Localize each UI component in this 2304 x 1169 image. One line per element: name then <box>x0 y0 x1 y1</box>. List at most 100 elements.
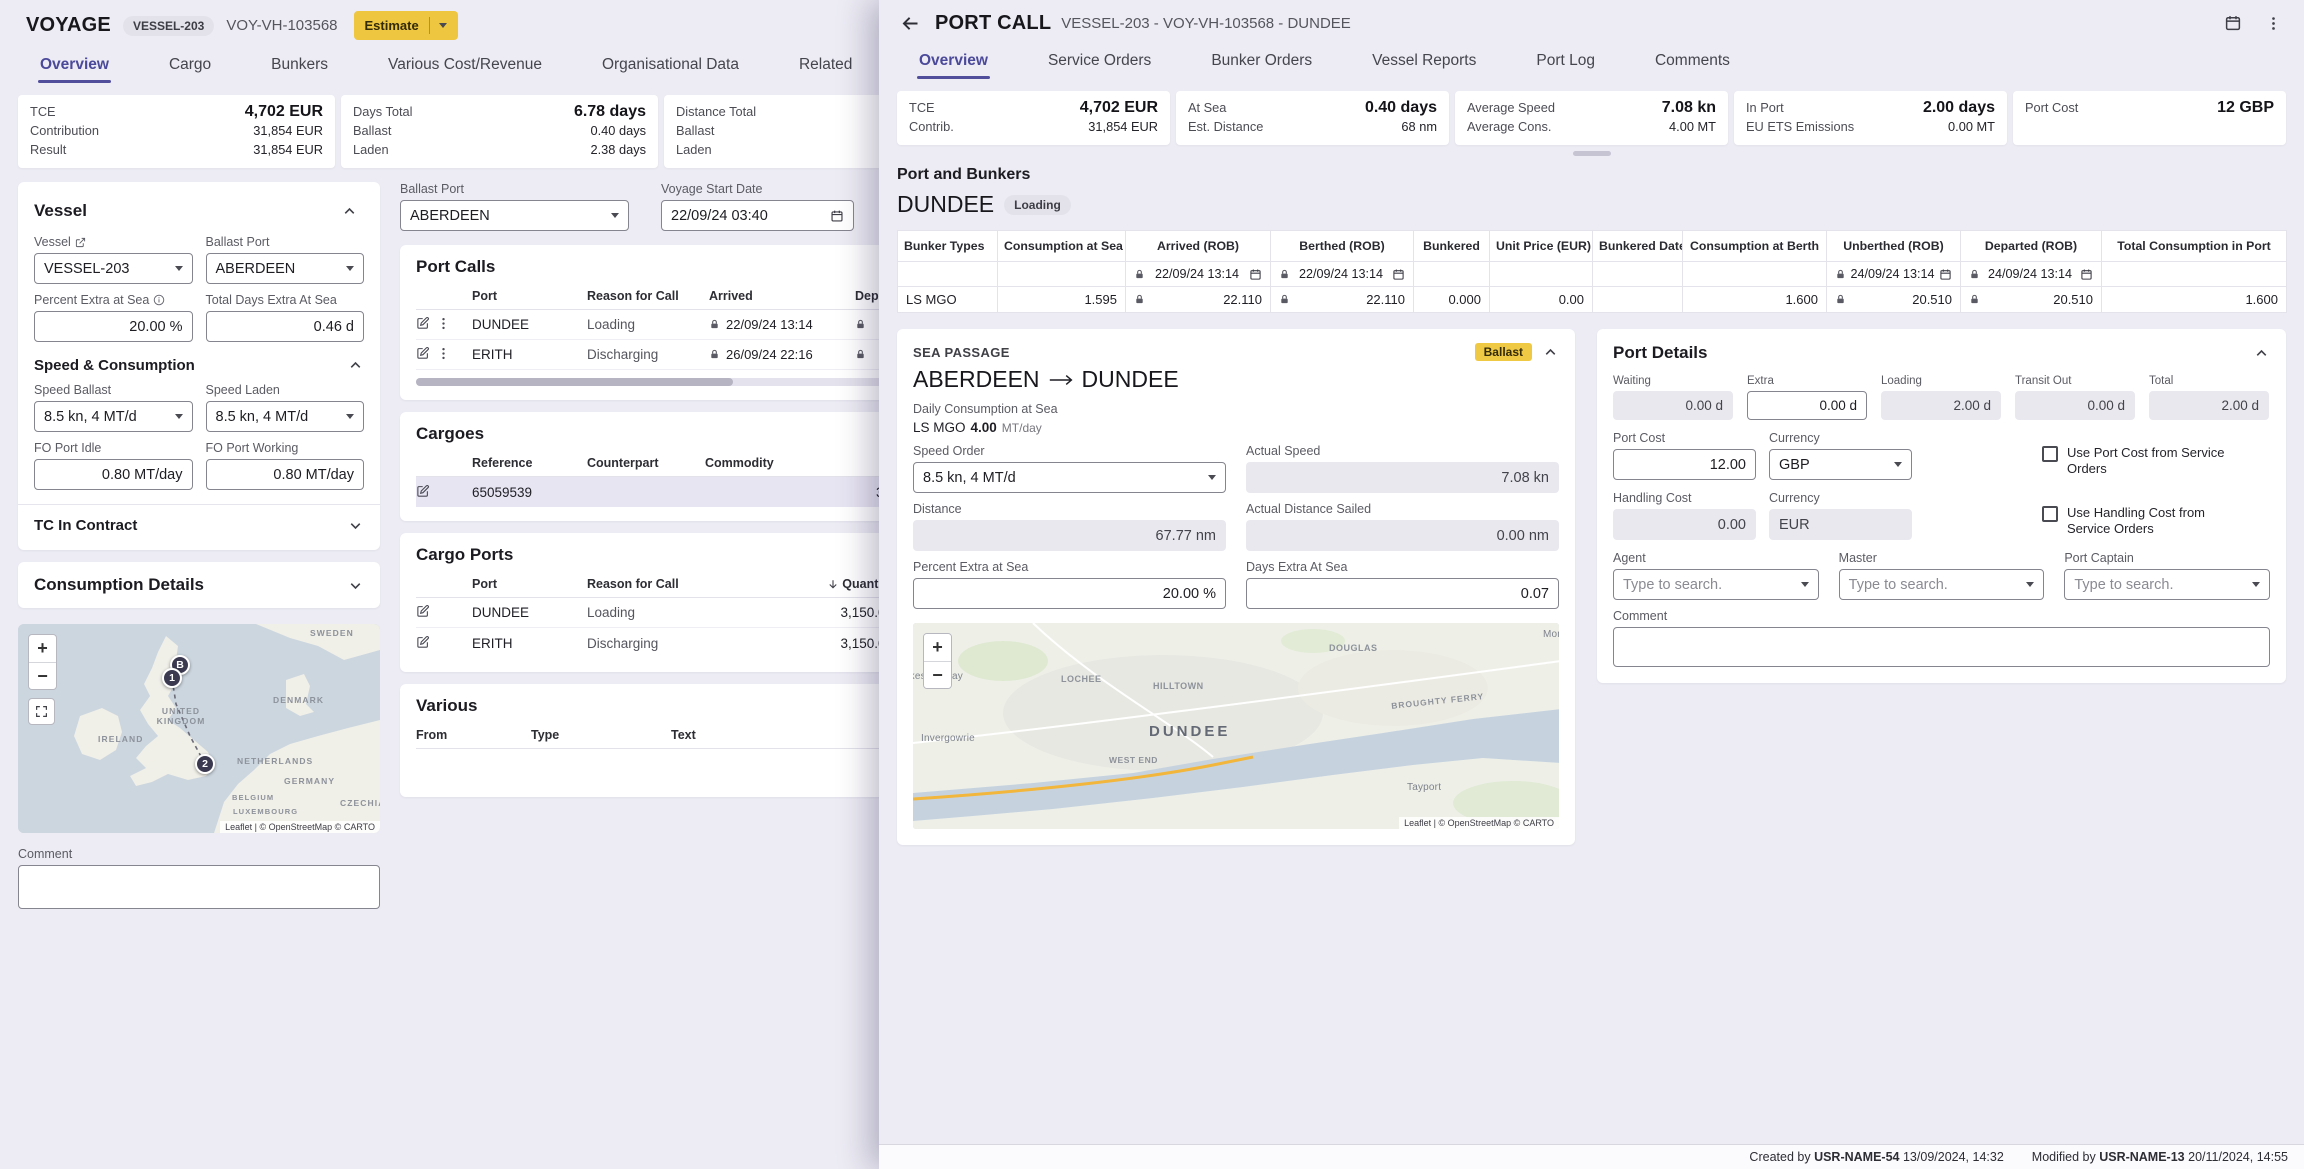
daily-consumption-value: LS MGO 4.00 MT/day <box>913 420 1559 435</box>
port-cell: DUNDEE <box>472 605 587 620</box>
estimate-button[interactable]: Estimate <box>354 11 458 40</box>
tab-port-log[interactable]: Port Log <box>1506 42 1625 79</box>
chevron-up-icon[interactable] <box>1542 344 1559 361</box>
kpi-value: 4,702 EUR <box>245 103 323 121</box>
bunker-value-cell[interactable]: 0.00 <box>1490 287 1593 313</box>
bunker-value-cell[interactable]: 1.600 <box>1683 287 1827 313</box>
sea-passage-map[interactable]: Monifieth DOUGLAS LOCHEE HILLTOWN BROUGH… <box>913 623 1559 829</box>
voyage-start-date-input[interactable]: 22/09/24 03:40 <box>661 200 854 231</box>
agent-combobox[interactable]: Type to search. <box>1613 569 1819 600</box>
calendar-icon[interactable] <box>1939 268 1952 281</box>
map-marker-1[interactable]: 1 <box>162 668 182 688</box>
voyage-map[interactable]: SWEDEN DENMARK UNITED KINGDOM IRELAND NE… <box>18 624 380 833</box>
bunker-value-cell[interactable]: 0.000 <box>1414 287 1490 313</box>
bunker-date-cell[interactable]: 22/09/24 13:14 <box>1126 262 1271 287</box>
speed-order-select[interactable]: 8.5 kn, 4 MT/d <box>913 462 1226 493</box>
bunker-date-cell[interactable]: 24/09/24 13:14 <box>1827 262 1961 287</box>
bunker-header-cell: Bunkered <box>1414 231 1490 262</box>
speed-laden-select[interactable]: 8.5 kn, 4 MT/d <box>206 401 365 432</box>
tab-related[interactable]: Related <box>769 46 882 83</box>
tab-cargo[interactable]: Cargo <box>139 46 241 83</box>
edit-icon[interactable] <box>416 484 430 501</box>
fo-port-working-input[interactable]: 0.80 MT/day <box>206 459 365 490</box>
tab-overview[interactable]: Overview <box>889 42 1018 79</box>
vessel-select[interactable]: VESSEL-203 <box>34 253 193 284</box>
calendar-icon[interactable] <box>830 209 844 223</box>
tab-comments[interactable]: Comments <box>1625 42 1760 79</box>
kpi-resize-handle[interactable] <box>1573 151 1611 156</box>
percent-extra-input[interactable]: 20.00 % <box>34 311 193 342</box>
ballast-port-select[interactable]: ABERDEEN <box>206 253 365 284</box>
days-extra-at-sea-input[interactable]: 0.07 <box>1246 578 1559 609</box>
back-button[interactable] <box>895 8 925 38</box>
port-captain-combobox[interactable]: Type to search. <box>2064 569 2270 600</box>
checkbox-box[interactable] <box>2042 506 2058 522</box>
tab-vessel-reports[interactable]: Vessel Reports <box>1342 42 1506 79</box>
kebab-menu-button[interactable] <box>2258 8 2288 38</box>
chevron-up-icon[interactable] <box>2253 345 2270 362</box>
calendar-icon[interactable] <box>2080 268 2093 281</box>
edit-icon[interactable] <box>416 635 430 652</box>
bunker-date-cell[interactable]: 22/09/24 13:14 <box>1271 262 1414 287</box>
consumption-details-card[interactable]: Consumption Details <box>18 562 380 608</box>
info-icon[interactable] <box>153 294 165 306</box>
days-extra-input[interactable]: 0.46 d <box>206 311 365 342</box>
bunker-value-cell[interactable]: 1.595 <box>998 287 1126 313</box>
tab-bunker-orders[interactable]: Bunker Orders <box>1181 42 1342 79</box>
kebab-menu-icon[interactable] <box>436 346 451 364</box>
speed-laden-label: Speed Laden <box>206 383 365 397</box>
map-marker-2[interactable]: 2 <box>195 754 215 774</box>
bunker-value-cell[interactable]: 20.510 <box>1961 287 2102 313</box>
external-link-icon[interactable] <box>75 237 86 248</box>
fullscreen-button[interactable] <box>28 698 55 725</box>
bunker-value-cell[interactable]: 22.110 <box>1126 287 1271 313</box>
calendar-icon[interactable] <box>1249 268 1262 281</box>
tab-bunkers[interactable]: Bunkers <box>241 46 358 83</box>
kebab-menu-icon[interactable] <box>436 316 451 334</box>
audit-footer: Created by USR-NAME-54 13/09/2024, 14:32… <box>879 1144 2304 1169</box>
arrived-cell[interactable]: 26/09/24 22:16 <box>709 347 855 362</box>
bunker-value-cell[interactable]: 1.600 <box>2102 287 2287 313</box>
tab-overview[interactable]: Overview <box>10 46 139 83</box>
comment-field[interactable] <box>18 865 380 909</box>
edit-icon[interactable] <box>416 604 430 621</box>
bunker-value-cell[interactable]: 20.510 <box>1827 287 1961 313</box>
collapse-vessel-button[interactable] <box>334 196 364 226</box>
kpi-card-tce: TCE4,702 EUR Contrib.31,854 EUR <box>897 91 1170 145</box>
tc-in-contract-section[interactable]: TC In Contract <box>34 517 364 534</box>
master-combobox[interactable]: Type to search. <box>1839 569 2045 600</box>
scrollbar-thumb[interactable] <box>416 378 733 386</box>
fo-port-idle-input[interactable]: 0.80 MT/day <box>34 459 193 490</box>
speed-consumption-section[interactable]: Speed & Consumption <box>34 357 364 374</box>
edit-icon[interactable] <box>416 346 430 363</box>
column-header-sortable[interactable]: Quantity <box>759 577 899 591</box>
column-header: From <box>416 728 531 742</box>
use-handling-cost-checkbox[interactable]: Use Handling Cost from Service Orders <box>2042 505 2270 540</box>
speed-ballast-select[interactable]: 8.5 kn, 4 MT/d <box>34 401 193 432</box>
calendar-icon[interactable] <box>1392 268 1405 281</box>
use-port-cost-checkbox[interactable]: Use Port Cost from Service Orders <box>2042 445 2270 480</box>
port-details-card: Port Details Waiting 0.00 d Extra 0.00 d… <box>1597 329 2286 683</box>
bunker-value-cell[interactable] <box>1593 287 1683 313</box>
checkbox-box[interactable] <box>2042 446 2058 462</box>
bunker-date-cell[interactable]: 24/09/24 13:14 <box>1961 262 2102 287</box>
currency-select[interactable]: GBP <box>1769 449 1912 480</box>
zoom-out-button[interactable]: − <box>924 661 951 688</box>
handling-cost-label: Handling Cost <box>1613 491 1756 505</box>
tab-organisational-data[interactable]: Organisational Data <box>572 46 769 83</box>
kpi-label: Average Speed <box>1467 99 1555 117</box>
tab-various-cost-revenue[interactable]: Various Cost/Revenue <box>358 46 572 83</box>
arrived-cell[interactable]: 22/09/24 13:14 <box>709 317 855 332</box>
zoom-out-button[interactable]: − <box>29 662 56 689</box>
tab-service-orders[interactable]: Service Orders <box>1018 42 1181 79</box>
edit-icon[interactable] <box>416 316 430 333</box>
bunker-value-cell[interactable]: 22.110 <box>1271 287 1414 313</box>
calendar-button[interactable] <box>2218 8 2248 38</box>
extra-input[interactable]: 0.00 d <box>1747 391 1867 420</box>
ballast-port-select-main[interactable]: ABERDEEN <box>400 200 629 231</box>
zoom-in-button[interactable]: + <box>924 634 951 661</box>
port-call-comment-field[interactable] <box>1613 627 2270 667</box>
percent-extra-at-sea-input[interactable]: 20.00 % <box>913 578 1226 609</box>
zoom-in-button[interactable]: + <box>29 635 56 662</box>
port-cost-input[interactable]: 12.00 <box>1613 449 1756 480</box>
